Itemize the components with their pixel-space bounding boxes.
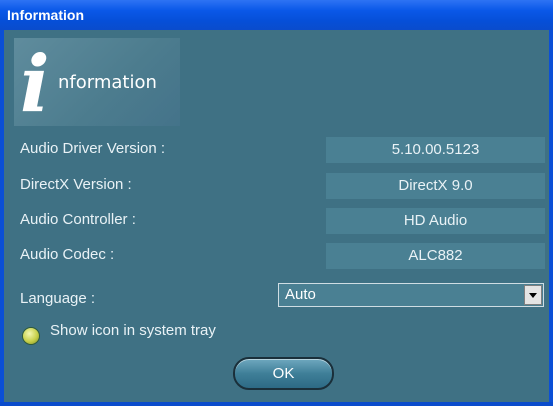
- language-select[interactable]: Auto: [278, 283, 544, 307]
- show-tray-icon-label[interactable]: Show icon in system tray: [50, 322, 216, 339]
- information-logo: i nformation: [14, 38, 180, 130]
- audio-codec-value: ALC882: [326, 243, 545, 269]
- audio-controller-value: HD Audio: [326, 208, 545, 234]
- window-title: Information: [7, 7, 84, 23]
- language-selected-value: Auto: [285, 286, 316, 303]
- audio-driver-version-label: Audio Driver Version :: [20, 140, 166, 157]
- logo-i-letter: i: [20, 39, 50, 130]
- audio-driver-version-value: 5.10.00.5123: [326, 137, 545, 163]
- directx-version-value: DirectX 9.0: [326, 173, 545, 199]
- audio-controller-label: Audio Controller :: [20, 211, 136, 228]
- audio-codec-label: Audio Codec :: [20, 246, 115, 263]
- window-bottom-border: [0, 402, 553, 406]
- tray-toggle-indicator-icon[interactable]: [23, 328, 39, 344]
- dialog-body: i nformation Audio Driver Version : 5.10…: [4, 30, 549, 402]
- chevron-down-icon[interactable]: [524, 285, 542, 305]
- logo-word: nformation: [58, 72, 157, 93]
- title-bar[interactable]: Information: [0, 0, 553, 30]
- information-window: Information i nformation Audio Driver Ve…: [0, 0, 553, 406]
- ok-button[interactable]: OK: [233, 357, 334, 390]
- directx-version-label: DirectX Version :: [20, 176, 132, 193]
- language-label: Language :: [20, 290, 96, 307]
